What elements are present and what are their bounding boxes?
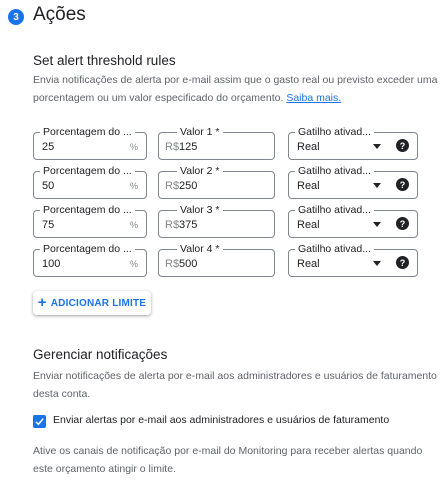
- amount-input[interactable]: Valor 4 * R$ 500: [158, 242, 275, 277]
- threshold-description: Envia notificações de alerta por e-mail …: [33, 71, 438, 107]
- trigger-value: Real: [297, 258, 320, 270]
- add-threshold-label: ADICIONAR LIMITE: [50, 297, 147, 309]
- amount-label: Valor 1 *: [177, 125, 223, 139]
- amount-label: Valor 2 *: [177, 164, 223, 178]
- help-icon[interactable]: ?: [396, 217, 409, 230]
- trigger-label: Gatilho ativad...: [295, 164, 374, 178]
- monitoring-description: Ative os canais de notificação por e-mai…: [33, 445, 423, 475]
- currency-prefix: R$: [165, 141, 180, 153]
- amount-label: Valor 4 *: [177, 242, 223, 256]
- amount-input[interactable]: Valor 1 * R$ 125: [158, 125, 275, 160]
- plus-icon: +: [37, 294, 47, 311]
- percentage-value: 100: [42, 258, 61, 270]
- trigger-select[interactable]: Gatilho ativad... Real?: [288, 242, 418, 277]
- amount-input[interactable]: Valor 2 * R$ 250: [158, 164, 275, 199]
- percentage-input[interactable]: Porcentagem do ... 100%: [33, 242, 147, 277]
- amount-value: 125: [179, 141, 198, 153]
- amount-value: 500: [179, 258, 198, 270]
- percentage-label: Porcentagem do ...: [40, 203, 135, 217]
- currency-prefix: R$: [165, 219, 180, 231]
- trigger-value: Real: [297, 180, 320, 192]
- currency-prefix: R$: [165, 180, 180, 192]
- percentage-label: Porcentagem do ...: [40, 125, 135, 139]
- notifications-title: Gerenciar notificações: [33, 347, 168, 362]
- trigger-value: Real: [297, 141, 320, 153]
- trigger-select[interactable]: Gatilho ativad... Real?: [288, 203, 418, 238]
- percent-suffix: %: [129, 220, 138, 230]
- percentage-input[interactable]: Porcentagem do ... 25%: [33, 125, 147, 160]
- checkmark-icon: [35, 418, 44, 426]
- threshold-rules-title: Set alert threshold rules: [33, 53, 176, 68]
- percentage-label: Porcentagem do ...: [40, 164, 135, 178]
- dropdown-arrow-icon: [373, 222, 381, 227]
- trigger-label: Gatilho ativad...: [295, 242, 374, 256]
- dropdown-arrow-icon: [373, 261, 381, 266]
- amount-input[interactable]: Valor 3 * R$ 375: [158, 203, 275, 238]
- threshold-description-text: Envia notificações de alerta por e-mail …: [33, 74, 438, 104]
- dropdown-arrow-icon: [373, 183, 381, 188]
- trigger-value: Real: [297, 219, 320, 231]
- section-title: Ações: [33, 4, 86, 25]
- help-icon[interactable]: ?: [396, 139, 409, 152]
- add-threshold-button[interactable]: + ADICIONAR LIMITE: [33, 291, 151, 315]
- email-alerts-checkbox-label[interactable]: Enviar alertas por e-mail aos administra…: [53, 414, 389, 426]
- percent-suffix: %: [129, 142, 138, 152]
- help-icon[interactable]: ?: [396, 256, 409, 269]
- percent-suffix: %: [129, 259, 138, 269]
- trigger-select[interactable]: Gatilho ativad... Real?: [288, 164, 418, 199]
- help-icon[interactable]: ?: [396, 178, 409, 191]
- percentage-input[interactable]: Porcentagem do ... 50%: [33, 164, 147, 199]
- dropdown-arrow-icon: [373, 144, 381, 149]
- step-number-badge: 3: [8, 9, 24, 25]
- email-alerts-checkbox[interactable]: [33, 415, 46, 428]
- percentage-value: 50: [42, 180, 55, 192]
- learn-more-link[interactable]: Saiba mais.: [286, 92, 341, 104]
- amount-value: 250: [179, 180, 198, 192]
- percentage-input[interactable]: Porcentagem do ... 75%: [33, 203, 147, 238]
- trigger-label: Gatilho ativad...: [295, 125, 374, 139]
- amount-label: Valor 3 *: [177, 203, 223, 217]
- trigger-label: Gatilho ativad...: [295, 203, 374, 217]
- percentage-value: 75: [42, 219, 55, 231]
- trigger-select[interactable]: Gatilho ativad... Real?: [288, 125, 418, 160]
- notifications-description: Enviar notificações de alerta por e-mail…: [33, 370, 437, 400]
- amount-value: 375: [179, 219, 198, 231]
- percentage-value: 25: [42, 141, 55, 153]
- percentage-label: Porcentagem do ...: [40, 242, 135, 256]
- percent-suffix: %: [129, 181, 138, 191]
- currency-prefix: R$: [165, 258, 180, 270]
